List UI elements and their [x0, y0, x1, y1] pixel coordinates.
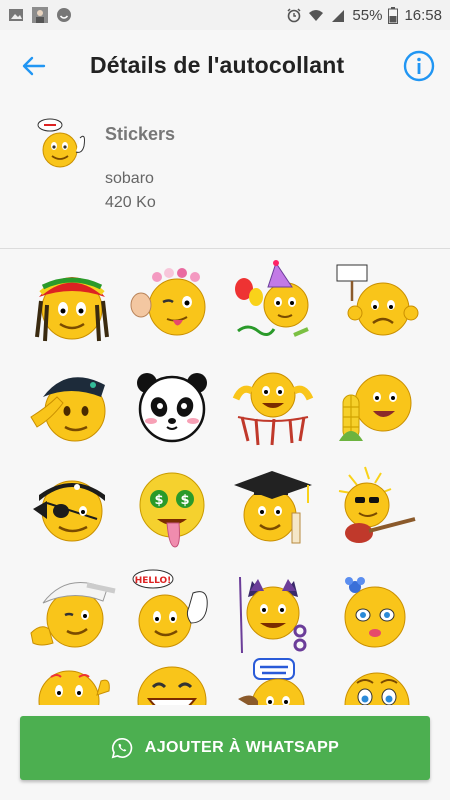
- sticker-rasta-emoji[interactable]: [27, 257, 117, 347]
- whatsapp-icon: [111, 738, 133, 759]
- svg-text:HELLO!: HELLO!: [135, 576, 172, 586]
- sticker-flower-girl-emoji[interactable]: [329, 567, 419, 657]
- pack-size: 420 Ko: [105, 194, 156, 211]
- arrow-left-icon[interactable]: [20, 52, 48, 80]
- clock-time: 16:58: [404, 6, 442, 24]
- svg-text:$: $: [154, 493, 163, 508]
- sticker-blushing-emoji[interactable]: [27, 655, 117, 705]
- add-to-whatsapp-label: AJOUTER À WHATSAPP: [144, 739, 340, 756]
- add-to-whatsapp-button[interactable]: AJOUTER À WHATSAPP: [20, 716, 430, 780]
- sticker-money-eyes-emoji[interactable]: $ $: [127, 463, 217, 553]
- pack-author: sobaro: [105, 170, 154, 187]
- pack-name: Stickers: [105, 124, 176, 144]
- sticker-party-balloons-emoji[interactable]: [228, 257, 318, 347]
- sticker-pirate-emoji[interactable]: [27, 463, 117, 553]
- sticker-flower-crown-wink-emoji[interactable]: [127, 257, 217, 347]
- sticker-corn-eating-emoji[interactable]: [329, 361, 419, 451]
- pack-tray-icon: [37, 118, 85, 168]
- sticker-bunting-banner-emoji[interactable]: [228, 361, 318, 451]
- sticker-surprised-emoji[interactable]: [329, 655, 419, 705]
- sticker-good-morning-emoji[interactable]: [228, 655, 318, 705]
- battery-icon: [388, 6, 399, 24]
- sticker-grid: $ $ HELLO!: [0, 249, 450, 705]
- wifi-icon: [309, 10, 324, 21]
- avatar-icon: [32, 7, 48, 23]
- info-icon[interactable]: [403, 50, 435, 82]
- sticker-saluting-soldier-emoji[interactable]: [27, 361, 117, 451]
- pack-header: Stickers sobaro 420 Ko: [0, 100, 450, 248]
- sticker-devil-cat-emoji[interactable]: [228, 567, 318, 657]
- sticker-baseball-cap-call-emoji[interactable]: [27, 567, 117, 657]
- sticker-sorry-sign-emoji[interactable]: [329, 257, 419, 347]
- sticker-guitar-rock-emoji[interactable]: [329, 463, 419, 553]
- sticker-laughing-emoji[interactable]: [127, 655, 217, 705]
- page-title: Détails de l'autocollant: [90, 52, 345, 78]
- gallery-icon: [9, 9, 23, 21]
- svg-text:$: $: [180, 493, 189, 508]
- signal-icon: [332, 10, 345, 22]
- sticker-graduation-emoji[interactable]: [228, 463, 318, 553]
- emoji-status-icon: [57, 8, 71, 22]
- sticker-panda-face[interactable]: [127, 361, 217, 451]
- status-bar: 55% 16:58: [0, 0, 450, 30]
- alarm-icon: [287, 8, 301, 23]
- sticker-hello-wave-emoji[interactable]: HELLO!: [127, 567, 217, 657]
- app-bar: Détails de l'autocollant: [0, 30, 450, 100]
- battery-percent: 55%: [352, 6, 383, 24]
